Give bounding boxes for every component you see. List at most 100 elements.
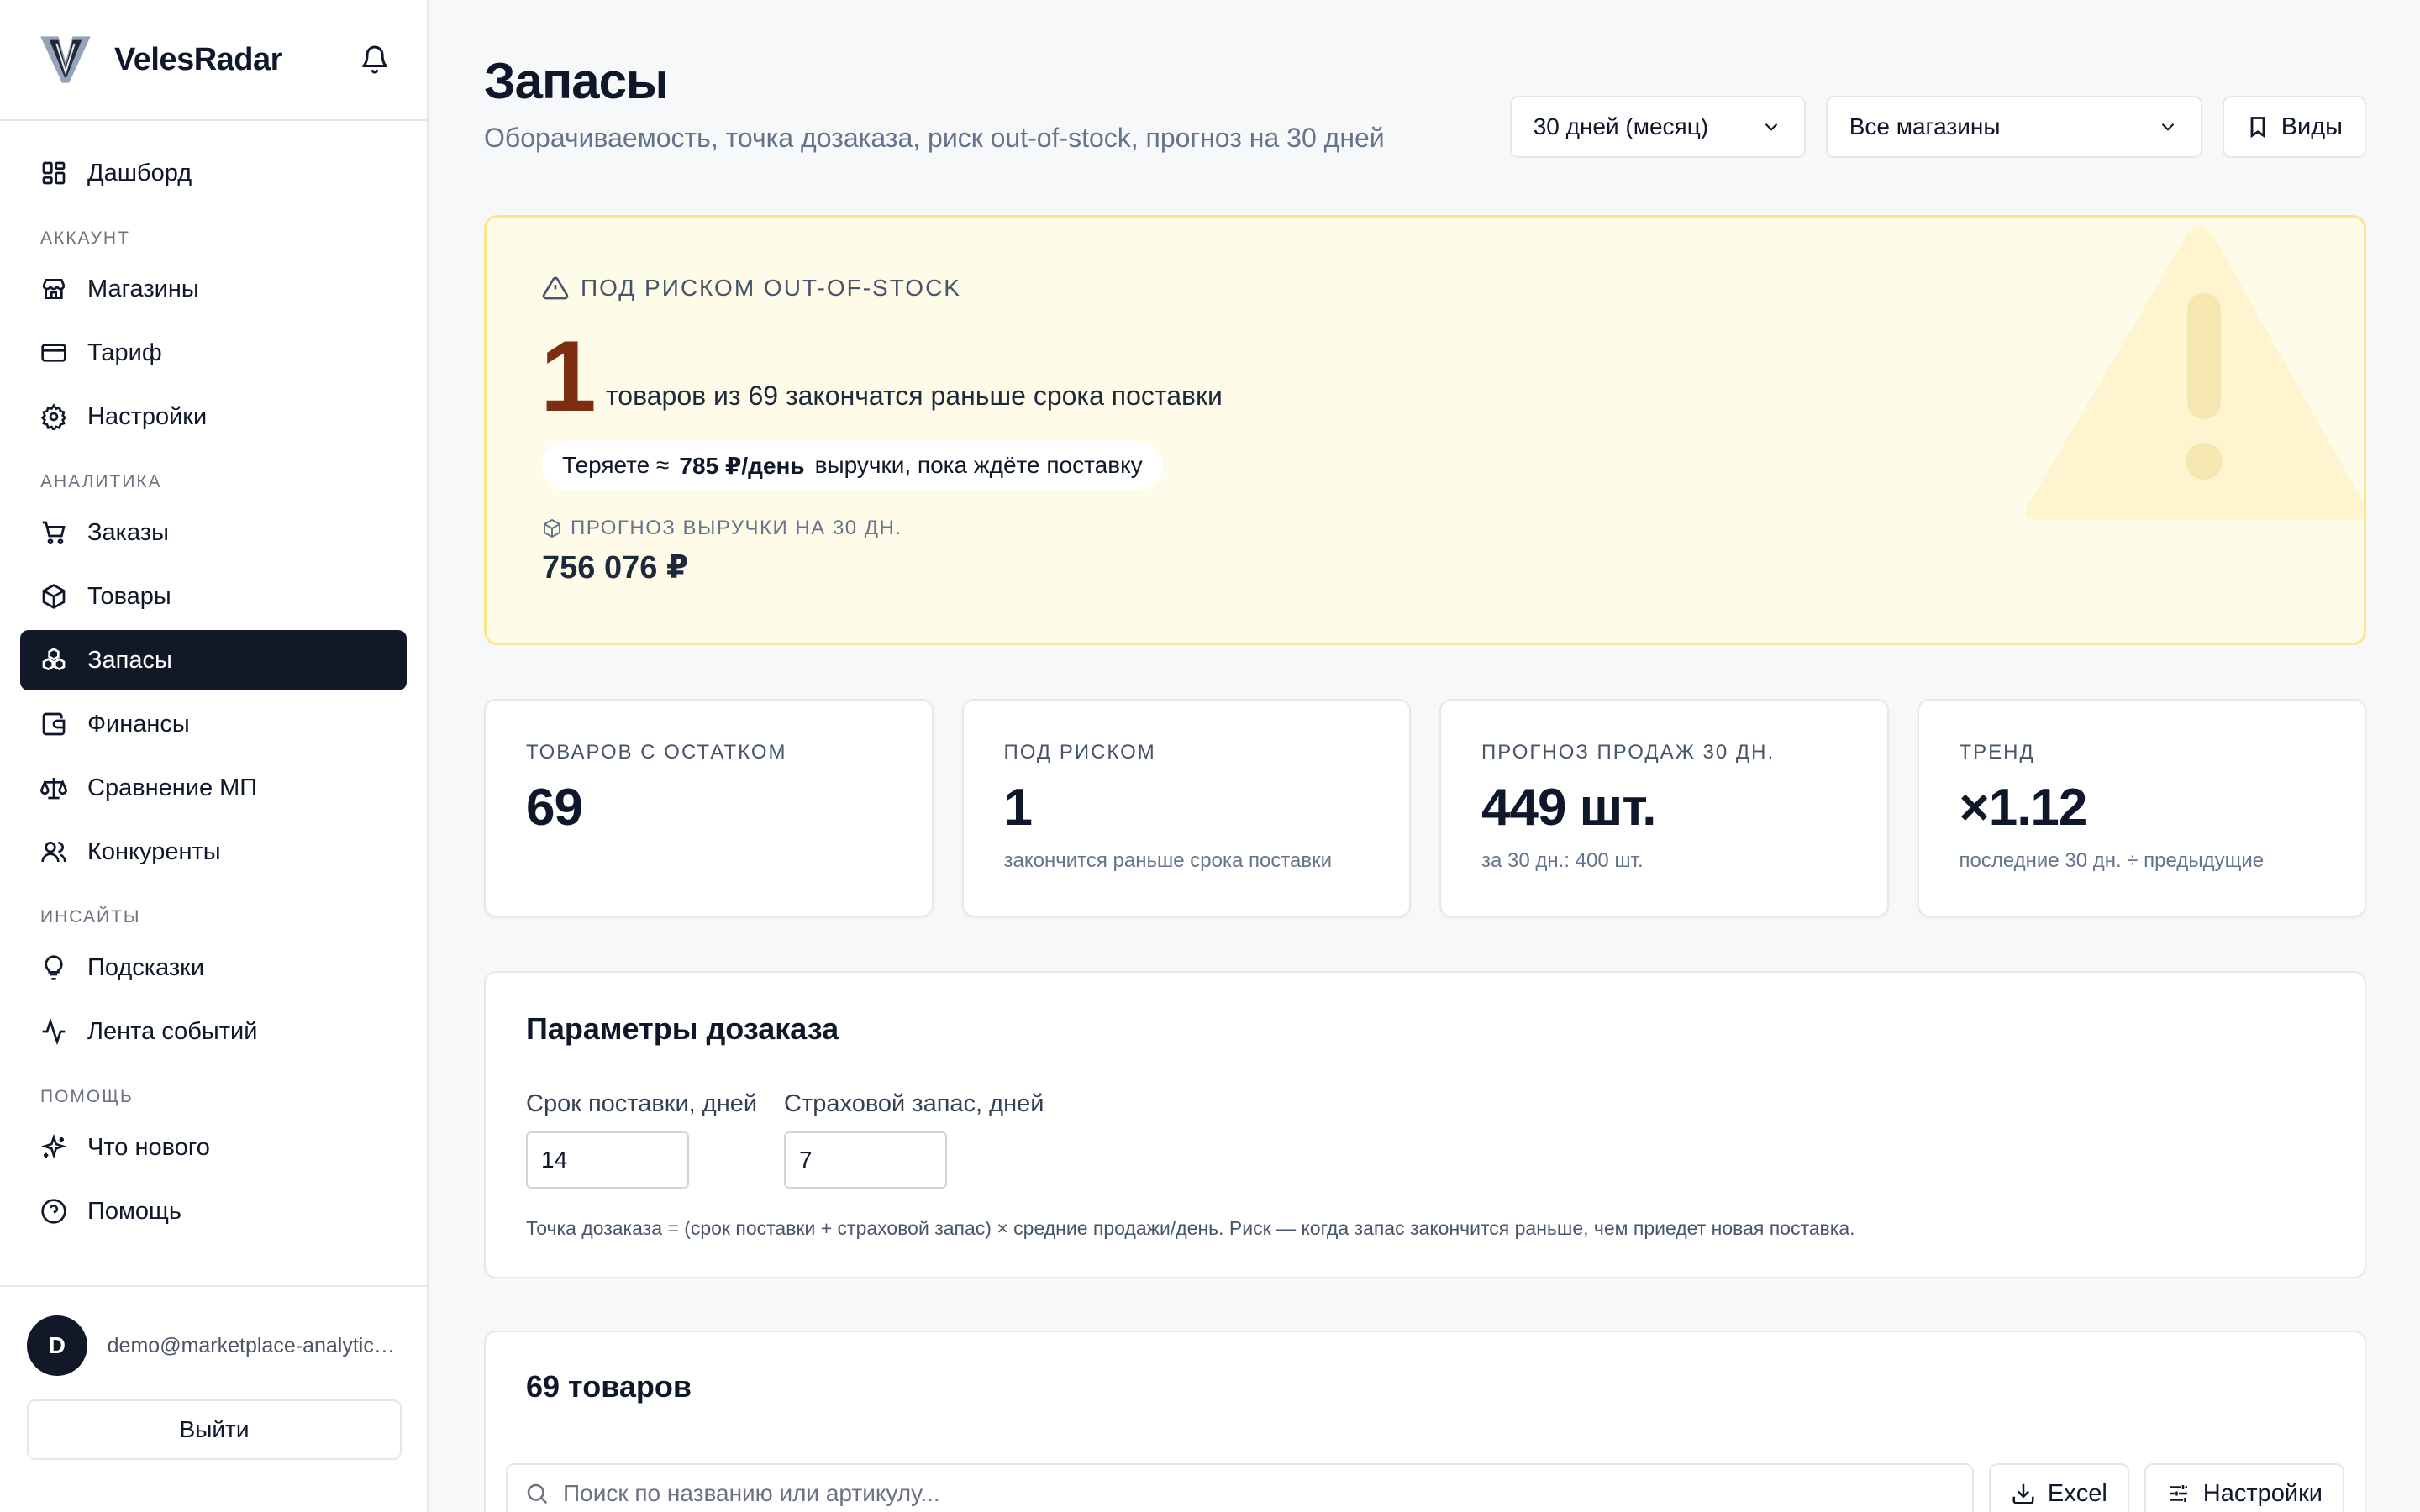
sidebar-item-label: Что нового — [87, 1133, 210, 1161]
bookmark-icon — [2250, 117, 2265, 139]
safety-stock-label: Страховой запас, дней — [784, 1090, 1044, 1117]
search-icon — [527, 1483, 548, 1504]
nav-section-help: Помощь — [40, 1087, 134, 1106]
boxes-icon — [42, 648, 66, 671]
products-toolbar: Excel Настройки — [506, 1463, 2344, 1512]
bell-icon[interactable] — [360, 45, 390, 75]
table-settings-label: Настройки — [2202, 1479, 2323, 1507]
sidebar-item-help[interactable]: Помощь — [20, 1181, 407, 1242]
sidebar-item-stores[interactable]: Магазины — [20, 259, 407, 319]
search-input[interactable] — [563, 1480, 1955, 1507]
chevron-down-icon — [1765, 123, 1777, 131]
sidebar-item-label: Подсказки — [87, 953, 205, 981]
loss-pill: Теряете ≈ 785 ₽/день выручки, пока ждёте… — [542, 441, 1163, 490]
scale-icon — [40, 778, 67, 800]
sidebar-item-compare[interactable]: Сравнение МП — [20, 758, 407, 818]
sidebar-item-finance[interactable]: Финансы — [20, 694, 407, 754]
sidebar-item-label: Конкуренты — [87, 837, 221, 865]
forecast-label: ПРОГНОЗ ВЫРУЧКИ НА 30 ДН. — [542, 517, 902, 540]
avatar[interactable]: D — [27, 1315, 87, 1376]
chevron-down-icon — [2161, 123, 2174, 131]
sidebar-item-orders[interactable]: Заказы — [20, 502, 407, 563]
products-title: 69 товаров — [526, 1369, 692, 1404]
sidebar-item-whats-new[interactable]: Что нового — [20, 1117, 407, 1178]
stat-label: Тренд — [1959, 741, 2035, 764]
sidebar-item-settings[interactable]: Настройки — [20, 386, 407, 447]
sidebar-item-stock[interactable]: Запасы — [20, 630, 407, 690]
sidebar-item-products[interactable]: Товары — [20, 566, 407, 627]
sidebar-item-label: Заказы — [87, 518, 169, 546]
nav-section-analytics: Аналитика — [40, 472, 162, 491]
risk-description: товаров из 69 закончатся раньше срока по… — [606, 381, 1223, 411]
views-button[interactable]: Виды — [2222, 96, 2366, 158]
sidebar-item-label: Сравнение МП — [87, 774, 258, 801]
out-of-stock-alert: ПОД РИСКОМ OUT-OF-STOCK 1 товаров из 69 … — [484, 215, 2366, 645]
stat-value: 449 шт. — [1481, 779, 1656, 837]
stat-card-in-stock: Товаров с остатком 69 — [484, 699, 934, 917]
stat-value: 1 — [1003, 779, 1033, 837]
stat-card-sales-forecast: Прогноз продаж 30 дн. 449 шт. за 30 дн.:… — [1439, 699, 1889, 917]
card-icon — [41, 344, 66, 362]
stat-hint: последние 30 дн. ÷ предыдущие — [1959, 849, 2265, 872]
stat-value: ×1.12 — [1959, 779, 2088, 837]
forecast-label-text: ПРОГНОЗ ВЫРУЧКИ НА 30 ДН. — [571, 517, 902, 539]
activity-icon — [42, 1018, 66, 1045]
stat-value: 69 — [526, 779, 583, 837]
safety-stock-field: Страховой запас, дней — [784, 1090, 1044, 1189]
stat-label: Под риском — [1003, 741, 1156, 764]
gear-icon — [40, 403, 67, 430]
store-select-value: Все магазины — [1849, 113, 2001, 139]
user-email: demo@marketplace-analytics.ru — [107, 1333, 400, 1357]
products-section: 69 товаров Excel Настройки — [484, 1331, 2366, 1512]
params-title: Параметры дозаказа — [526, 1011, 839, 1046]
lead-time-input[interactable] — [526, 1131, 689, 1189]
loss-prefix: Теряете ≈ — [562, 452, 670, 478]
box-icon — [42, 584, 66, 609]
sidebar-nav: Дашборд Аккаунт Магазины Тариф Настройки… — [0, 121, 427, 1242]
sliders-icon — [2170, 1485, 2187, 1502]
users-icon — [41, 842, 66, 863]
sidebar-item-label: Товары — [87, 582, 171, 610]
store-select[interactable]: Все магазины — [1825, 96, 2202, 158]
page-title: Запасы — [484, 53, 669, 109]
cart-icon — [42, 521, 66, 544]
search-box[interactable] — [506, 1463, 1974, 1512]
help-icon — [41, 1199, 66, 1224]
safety-stock-input[interactable] — [784, 1131, 948, 1189]
table-settings-button[interactable]: Настройки — [2144, 1463, 2344, 1512]
sidebar-item-label: Дашборд — [87, 159, 192, 186]
veles-logo-icon[interactable] — [37, 31, 94, 88]
page-subtitle: Оборачиваемость, точка дозаказа, риск ou… — [484, 123, 1385, 153]
sidebar-item-label: Помощь — [87, 1197, 182, 1225]
excel-button[interactable]: Excel — [1988, 1463, 2129, 1512]
warning-icon — [542, 276, 569, 300]
download-icon — [2012, 1483, 2034, 1504]
sidebar-item-competitors[interactable]: Конкуренты — [20, 822, 407, 882]
sidebar-item-label: Магазины — [87, 275, 199, 302]
sidebar-item-label: Настройки — [87, 402, 208, 430]
params-note: Точка дозаказа = (срок поставки + страхо… — [526, 1217, 1855, 1239]
warning-watermark-icon — [2025, 226, 2364, 520]
logout-button[interactable]: Выйти — [27, 1399, 402, 1460]
sidebar-item-label: Финансы — [87, 710, 190, 738]
lead-time-field: Срок поставки, дней — [526, 1090, 757, 1189]
nav-section-account: Аккаунт — [40, 228, 130, 248]
sidebar-item-events[interactable]: Лента событий — [20, 1001, 407, 1062]
excel-button-label: Excel — [2047, 1479, 2107, 1507]
nav-section-insights: Инсайты — [40, 907, 141, 927]
period-select[interactable]: 30 дней (месяц) — [1509, 96, 1806, 158]
loss-value: 785 ₽/день — [679, 452, 805, 479]
sparkles-icon — [41, 1134, 66, 1159]
alert-heading: ПОД РИСКОМ OUT-OF-STOCK — [542, 275, 961, 302]
sidebar-footer: D demo@marketplace-analytics.ru Выйти — [0, 1285, 427, 1512]
sidebar-item-label: Тариф — [87, 339, 162, 366]
main-content: Запасы Оборачиваемость, точка дозаказа, … — [484, 0, 2366, 1512]
period-select-value: 30 дней (месяц) — [1533, 113, 1709, 139]
sidebar-item-tariff[interactable]: Тариф — [20, 323, 407, 383]
views-button-label: Виды — [2281, 113, 2343, 140]
sidebar-item-dashboard[interactable]: Дашборд — [20, 143, 407, 203]
user-row: D demo@marketplace-analytics.ru — [27, 1315, 400, 1376]
sidebar-item-tips[interactable]: Подсказки — [20, 937, 407, 998]
stat-card-at-risk: Под риском 1 закончится раньше срока пос… — [961, 699, 1411, 917]
forecast-value: 756 076 ₽ — [542, 550, 689, 585]
